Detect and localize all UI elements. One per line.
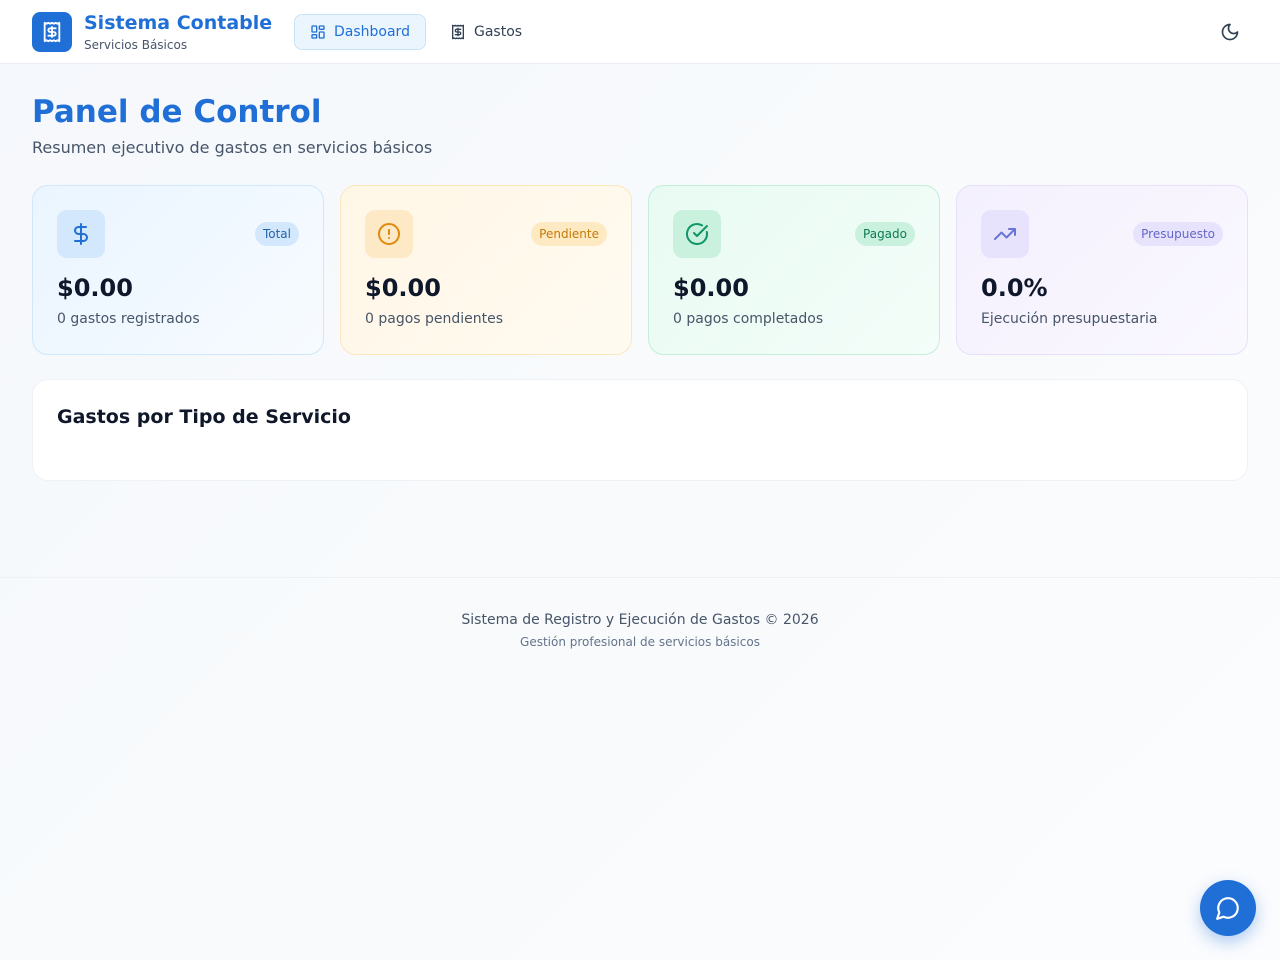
top-header: Sistema Contable Servicios Básicos Dashb…: [0, 0, 1280, 64]
alert-circle-icon: [365, 210, 413, 258]
stat-value: $0.00: [365, 274, 441, 302]
footer-main-text: Sistema de Registro y Ejecución de Gasto…: [461, 612, 819, 628]
nav-gastos-label: Gastos: [474, 24, 523, 40]
page-subtitle: Resumen ejecutivo de gastos en servicios…: [32, 138, 433, 157]
stat-description: 0 pagos completados: [673, 311, 824, 327]
stat-description: Ejecución presupuestaria: [981, 311, 1158, 327]
receipt-icon: [450, 24, 466, 40]
services-panel: Gastos por Tipo de Servicio: [32, 379, 1248, 481]
check-circle-icon: [673, 210, 721, 258]
footer-sub-text: Gestión profesional de servicios básicos: [520, 635, 760, 649]
nav-gastos-button[interactable]: Gastos: [440, 14, 540, 50]
footer: Sistema de Registro y Ejecución de Gasto…: [0, 577, 1280, 687]
brand-title: Sistema Contable: [84, 12, 273, 34]
status-badge: Total: [254, 222, 299, 246]
stat-card-total: Total $0.00 0 gastos registrados: [32, 185, 324, 355]
services-panel-title: Gastos por Tipo de Servicio: [57, 406, 351, 428]
chat-button[interactable]: [1200, 880, 1256, 936]
status-badge: Pagado: [855, 222, 915, 246]
dollar-icon: [57, 210, 105, 258]
nav-dashboard-label: Dashboard: [334, 24, 410, 40]
brand-subtitle: Servicios Básicos: [84, 38, 188, 52]
stat-card-pending: Pendiente $0.00 0 pagos pendientes: [340, 185, 632, 355]
stat-description: 0 pagos pendientes: [365, 311, 504, 327]
stat-value: $0.00: [673, 274, 749, 302]
stat-value: 0.0%: [981, 274, 1048, 302]
stat-card-paid: Pagado $0.00 0 pagos completados: [648, 185, 940, 355]
page-title: Panel de Control: [32, 94, 322, 130]
status-badge: Pendiente: [531, 222, 607, 246]
chat-bubble-icon: [1215, 895, 1241, 921]
moon-icon: [1220, 22, 1240, 42]
stat-description: 0 gastos registrados: [57, 311, 200, 327]
theme-toggle-button[interactable]: [1214, 16, 1246, 48]
receipt-dollar-icon[interactable]: [32, 12, 72, 52]
trending-up-icon: [981, 210, 1029, 258]
layout-grid-icon: [310, 24, 326, 40]
status-badge: Presupuesto: [1133, 222, 1223, 246]
nav-dashboard-button[interactable]: Dashboard: [294, 14, 426, 50]
stat-value: $0.00: [57, 274, 133, 302]
stat-card-budget: Presupuesto 0.0% Ejecución presupuestari…: [956, 185, 1248, 355]
